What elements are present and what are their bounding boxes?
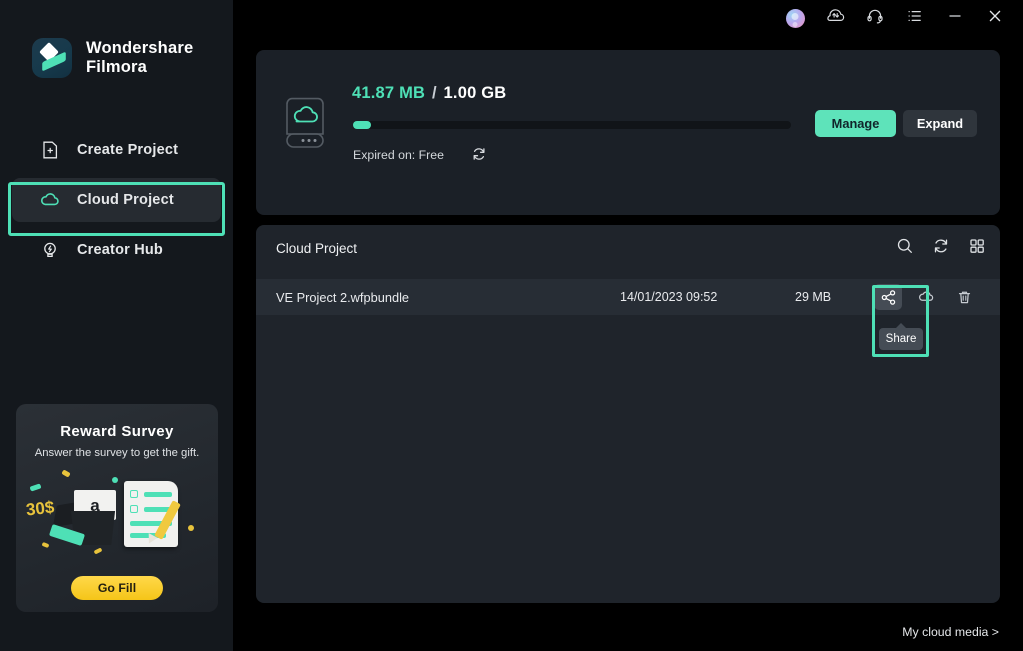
- brand-name: Wondershare Filmora: [86, 39, 193, 77]
- expand-button[interactable]: Expand: [903, 110, 977, 137]
- filmora-cloud-project-window: Wondershare Filmora Create Project Cloud…: [0, 0, 1023, 651]
- storage-separator: /: [431, 84, 437, 102]
- search-icon[interactable]: [896, 237, 914, 255]
- promo-subtitle: Answer the survey to get the gift.: [34, 447, 200, 459]
- project-name: VE Project 2.wfpbundle: [276, 289, 410, 305]
- share-tooltip: Share: [879, 328, 923, 350]
- close-icon: [985, 6, 1005, 31]
- project-size: 29 MB: [795, 290, 832, 304]
- sidebar-item-label: Creator Hub: [77, 242, 163, 258]
- menu-button[interactable]: [895, 1, 935, 35]
- brand: Wondershare Filmora: [32, 38, 193, 78]
- sidebar-item-label: Create Project: [77, 142, 179, 158]
- headset-support-icon: [865, 6, 885, 31]
- filmora-logo-icon: [32, 38, 72, 78]
- storage-usage-text: 41.87 MB / 1.00 GB: [352, 84, 506, 103]
- minimize-icon: [945, 6, 965, 31]
- brand-line-1: Wondershare: [86, 39, 194, 57]
- refresh-icon[interactable]: [471, 146, 487, 167]
- delete-icon[interactable]: [950, 284, 978, 310]
- promo-illustration: 30$ a: [16, 465, 218, 561]
- cloud-project-list-panel: Cloud Project VE Project 2.wfpbundle 14/…: [256, 225, 1000, 603]
- minimize-button[interactable]: [935, 1, 975, 35]
- lightbulb-icon: [39, 239, 61, 261]
- storage-total: 1.00 GB: [443, 84, 507, 102]
- sidebar: Wondershare Filmora Create Project Cloud…: [0, 0, 233, 651]
- sidebar-item-creator-hub[interactable]: Creator Hub: [12, 228, 221, 272]
- storage-used: 41.87 MB: [352, 84, 426, 102]
- sidebar-item-create-project[interactable]: Create Project: [12, 128, 221, 172]
- reward-survey-banner[interactable]: Reward Survey Answer the survey to get t…: [16, 404, 218, 612]
- cloud-icon: [39, 189, 61, 211]
- storage-progress-fill: [353, 121, 371, 129]
- list-toolbar: [896, 237, 986, 255]
- cloud-download-icon[interactable]: [912, 284, 940, 310]
- list-title: Cloud Project: [276, 241, 358, 256]
- promo-title: Reward Survey: [60, 423, 174, 440]
- promo-price-tag: 30$: [25, 497, 56, 520]
- refresh-icon[interactable]: [932, 237, 950, 255]
- cloud-storage-panel: 41.87 MB / 1.00 GB Expired on: Free Mana…: [256, 50, 1000, 215]
- account-avatar: [785, 8, 805, 28]
- new-document-icon: [39, 139, 61, 161]
- grid-view-icon[interactable]: [968, 237, 986, 255]
- table-row[interactable]: VE Project 2.wfpbundle 14/01/2023 09:52 …: [256, 279, 1000, 315]
- sidebar-item-label: Cloud Project: [77, 192, 174, 208]
- sidebar-nav: Create Project Cloud Project Creator Hub: [0, 128, 233, 278]
- cloud-sync-icon: [825, 5, 846, 31]
- share-icon[interactable]: [874, 284, 902, 310]
- cloud-drive-icon: [278, 92, 332, 159]
- account-avatar-button[interactable]: [775, 1, 815, 35]
- storage-expiry-label: Expired on: Free: [353, 148, 444, 162]
- support-button[interactable]: [855, 1, 895, 35]
- go-fill-button[interactable]: Go Fill: [71, 576, 163, 600]
- my-cloud-media-link[interactable]: My cloud media >: [902, 625, 999, 639]
- menu-list-icon: [905, 6, 925, 31]
- sidebar-item-cloud-project[interactable]: Cloud Project: [12, 178, 221, 222]
- window-titlebar: [233, 0, 1023, 36]
- brand-line-2: Filmora: [86, 58, 147, 76]
- list-header: Cloud Project: [256, 225, 1000, 277]
- manage-button[interactable]: Manage: [815, 110, 896, 137]
- cloud-sync-button[interactable]: [815, 1, 855, 35]
- row-actions: [874, 284, 978, 310]
- storage-progress-bar: [353, 121, 791, 129]
- project-date: 14/01/2023 09:52: [620, 290, 718, 304]
- close-button[interactable]: [975, 1, 1015, 35]
